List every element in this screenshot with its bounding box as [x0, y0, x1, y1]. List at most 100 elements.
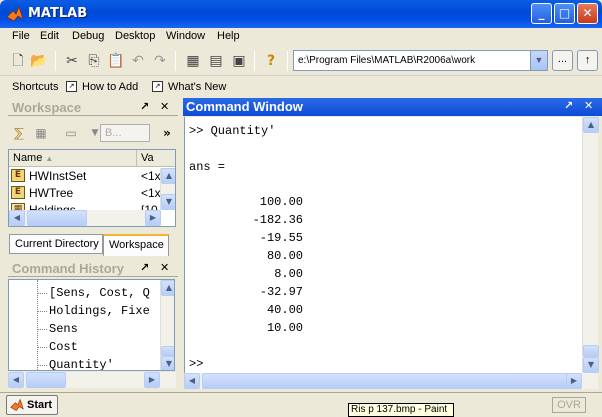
scroll-right-icon[interactable]: ▶ [145, 210, 161, 226]
undo-icon[interactable]: ↶ [128, 51, 148, 71]
cut-icon[interactable]: ✂ [62, 51, 82, 71]
menu-window[interactable]: Window [166, 30, 205, 42]
scroll-down-icon[interactable]: ▼ [161, 356, 174, 370]
list-item[interactable]: Quantity' [49, 358, 114, 370]
column-header-value[interactable]: Va [137, 150, 175, 167]
more-options-icon[interactable]: » [158, 124, 176, 142]
command-window-vertical-scrollbar[interactable]: ▲ ▼ [582, 117, 599, 373]
minimize-button[interactable]: _ [531, 3, 552, 24]
up-folder-icon[interactable]: ↑ [577, 50, 598, 71]
scroll-up-icon[interactable]: ▲ [583, 117, 599, 133]
panel-splitter[interactable] [180, 98, 183, 390]
table-row[interactable]: E HWInstSet <1x [9, 168, 161, 184]
command-window-title: Command Window [186, 99, 303, 114]
scroll-thumb[interactable] [27, 210, 87, 226]
shortcuts-label[interactable]: Shortcuts [12, 81, 58, 93]
struct-variable-icon: E [11, 169, 25, 182]
toolbar-separator [175, 51, 176, 71]
sort-ascending-icon: ▲ [45, 154, 54, 163]
scroll-right-icon[interactable]: ▶ [144, 372, 160, 388]
current-directory-path: e:\Program Files\MATLAB\R2006a\work [298, 55, 476, 66]
matlab-logo-icon [6, 5, 24, 22]
chevron-down-icon[interactable]: ▼ [530, 51, 547, 70]
redo-icon[interactable]: ↷ [150, 51, 170, 71]
menu-edit[interactable]: Edit [40, 30, 59, 42]
output-value: 80.00 [266, 249, 303, 263]
close-panel-icon[interactable]: ✕ [584, 99, 593, 112]
scroll-right-icon[interactable]: ▶ [566, 373, 582, 389]
stack-combo[interactable]: B... [100, 124, 150, 142]
scroll-thumb[interactable] [26, 372, 66, 388]
list-item[interactable]: Sens [49, 322, 78, 336]
scroll-down-icon[interactable]: ▼ [161, 194, 175, 210]
shortcut-how-to-add[interactable]: How to Add [82, 81, 138, 93]
workspace-vertical-scrollbar[interactable]: ▲ ▼ [160, 168, 175, 210]
command-window-header: Command Window ↗ ✕ [183, 98, 602, 116]
tab-workspace[interactable]: Workspace [103, 234, 169, 256]
scroll-thumb[interactable] [583, 345, 599, 357]
simulink-icon[interactable]: ▦ [183, 51, 203, 71]
undock-icon[interactable]: ↗ [564, 99, 573, 112]
scroll-thumb[interactable] [161, 346, 174, 356]
variable-value: <1x [141, 186, 161, 200]
guide-icon[interactable]: ▤ [206, 51, 226, 71]
menu-bar: File Edit Debug Desktop Window Help [0, 28, 602, 46]
start-button-label: Start [27, 399, 53, 411]
menu-help[interactable]: Help [217, 30, 240, 42]
scroll-left-icon[interactable]: ◀ [184, 373, 200, 389]
scroll-up-icon[interactable]: ▲ [161, 280, 174, 296]
tree-branch [37, 365, 47, 366]
undock-icon[interactable]: ↗ [140, 100, 149, 113]
current-directory-field[interactable]: e:\Program Files\MATLAB\R2006a\work ▼ [293, 50, 548, 71]
scroll-thumb[interactable] [202, 373, 578, 389]
list-item[interactable]: [Sens, Cost, Q [49, 286, 150, 300]
open-variable-icon[interactable]: ▦ [32, 124, 50, 142]
overwrite-indicator: OVR [552, 397, 586, 413]
shortcut-whats-new[interactable]: What's New [168, 81, 226, 93]
paste-icon[interactable]: 📋 [106, 51, 126, 71]
help-icon[interactable]: ? [261, 51, 281, 71]
profiler-icon[interactable]: ▣ [229, 51, 249, 71]
list-item[interactable]: Cost [49, 340, 78, 354]
column-header-name[interactable]: Name ▲ [9, 150, 137, 167]
tree-branch [37, 293, 47, 294]
new-variable-icon[interactable]: ⅀ [10, 124, 28, 142]
close-button[interactable]: ✕ [577, 3, 598, 24]
table-row[interactable]: E HWTree <1x [9, 185, 161, 201]
workspace-horizontal-scrollbar[interactable]: ◀ ▶ [9, 210, 161, 226]
workspace-variable-table: Name ▲ Va E HWInstSet <1x E HWTree <1x ▦… [8, 149, 176, 227]
window-title: MATLAB [28, 6, 88, 21]
undock-icon[interactable]: ↗ [140, 261, 149, 274]
stack-combo-value: B... [105, 127, 122, 139]
scroll-up-icon[interactable]: ▲ [161, 168, 175, 184]
shortcut-icon: ↗ [66, 81, 77, 92]
maximize-button[interactable]: □ [554, 3, 575, 24]
variable-value: <1x [141, 169, 161, 183]
start-button[interactable]: Start [6, 395, 58, 415]
menu-debug[interactable]: Debug [72, 30, 104, 42]
scroll-left-icon[interactable]: ◀ [8, 372, 24, 388]
menu-file[interactable]: File [12, 30, 30, 42]
variable-name: HWTree [29, 186, 74, 200]
close-panel-icon[interactable]: ✕ [160, 100, 169, 113]
history-horizontal-scrollbar[interactable]: ◀ ▶ [8, 372, 176, 388]
open-folder-icon[interactable]: 📂 [29, 51, 49, 71]
tree-branch [37, 347, 47, 348]
menu-desktop[interactable]: Desktop [115, 30, 155, 42]
command-prompt[interactable]: >> [189, 357, 203, 371]
close-panel-icon[interactable]: ✕ [160, 261, 169, 274]
history-title: Command History [12, 261, 124, 276]
command-window-horizontal-scrollbar[interactable]: ◀ ▶ [184, 373, 598, 389]
browse-directory-button[interactable]: ... [552, 50, 573, 71]
scroll-left-icon[interactable]: ◀ [9, 210, 25, 226]
output-value: -32.97 [259, 285, 303, 299]
scroll-down-icon[interactable]: ▼ [583, 357, 599, 373]
new-file-icon[interactable]: 🗋 [8, 51, 28, 71]
list-item[interactable]: Holdings, Fixe [49, 304, 150, 318]
command-window-output[interactable]: >> Quantity' ans = 100.00 -182.36 -19.55… [184, 117, 582, 373]
tab-current-directory[interactable]: Current Directory [9, 234, 103, 254]
title-bar[interactable]: MATLAB _ □ ✕ [0, 0, 602, 28]
copy-icon[interactable]: ⎘ [84, 51, 104, 71]
import-data-icon[interactable]: ▭ [56, 124, 86, 142]
history-vertical-scrollbar[interactable]: ▲ ▼ [160, 280, 174, 370]
